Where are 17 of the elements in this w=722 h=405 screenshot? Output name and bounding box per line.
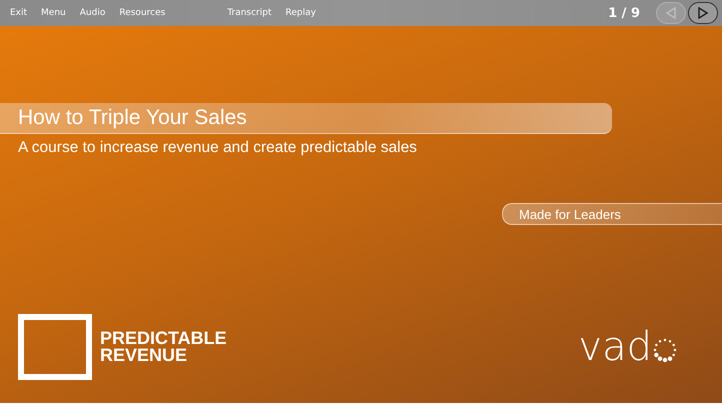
dotted-circle-icon <box>652 337 678 363</box>
right-triangle-icon <box>697 7 709 19</box>
audience-tag: Made for Leaders <box>502 203 722 225</box>
left-triangle-icon <box>665 7 677 19</box>
menu-link[interactable]: Transcript <box>227 8 272 18</box>
menu-link[interactable]: Exit <box>10 8 28 18</box>
brand-name: PREDICTABLE REVENUE <box>100 330 227 364</box>
slide-title: How to Triple Your Sales <box>18 106 247 130</box>
logo-text: vad <box>578 329 652 365</box>
menu-link[interactable]: Resources <box>119 8 166 18</box>
menu-link[interactable]: Audio <box>80 8 106 18</box>
menu-link[interactable]: Menu <box>41 8 66 18</box>
slide-subtitle: A course to increase revenue and create predictable sales <box>18 139 418 157</box>
menu-link[interactable]: Replay <box>286 8 316 18</box>
next-button[interactable] <box>688 2 718 24</box>
page-counter: 1 / 9 <box>608 6 640 20</box>
square-logo-icon <box>18 314 92 380</box>
